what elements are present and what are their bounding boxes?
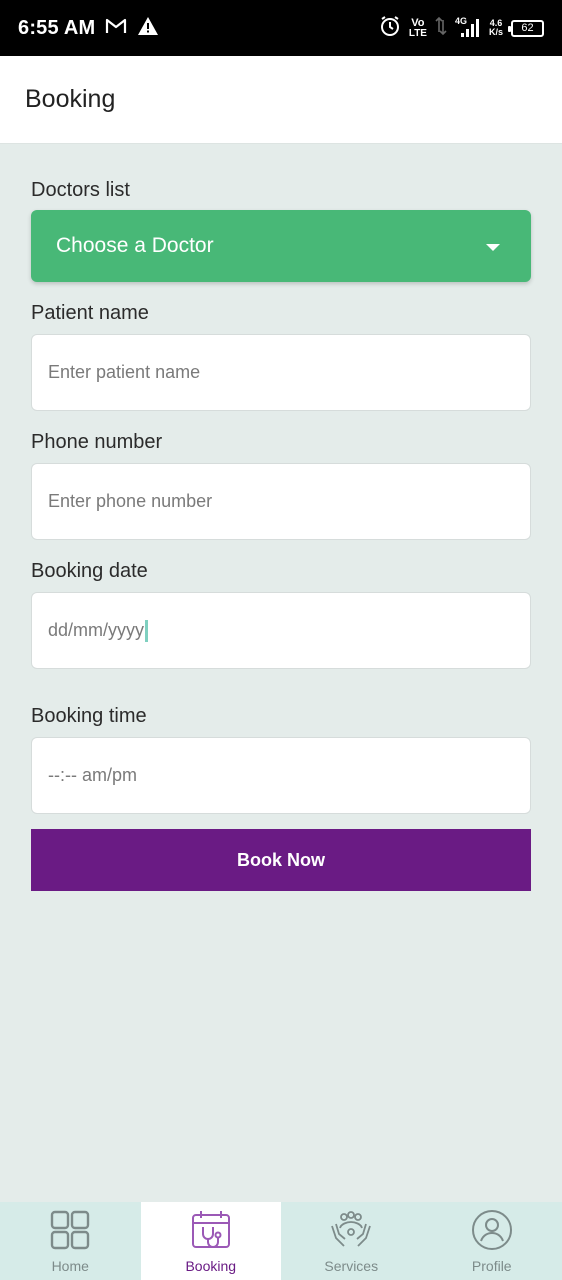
nav-item-profile[interactable]: Profile	[422, 1202, 562, 1280]
nav-item-services[interactable]: Services	[281, 1202, 422, 1280]
calendar-stethoscope-icon	[191, 1211, 230, 1248]
doctor-dropdown[interactable]: Choose a Doctor	[31, 210, 531, 282]
booking-date-label: Booking date	[31, 560, 148, 582]
speed-unit: K/s	[488, 27, 503, 37]
text-cursor	[145, 619, 149, 642]
warning-icon	[137, 16, 159, 41]
booking-date-input[interactable]: dd/mm/yyyy	[31, 592, 531, 669]
booking-time-placeholder: --:-- am/pm	[48, 765, 137, 785]
volte-bottom: LTE	[408, 27, 427, 39]
nav-label-home: Home	[51, 1258, 89, 1274]
nav-label-services: Services	[324, 1258, 379, 1274]
volte-top: Vo	[411, 16, 425, 29]
user-circle-icon	[471, 1210, 512, 1250]
doctors-list-label: Doctors list	[31, 179, 130, 201]
volte-indicator: Vo LTE	[408, 16, 427, 39]
nav-item-booking[interactable]: Booking	[140, 1202, 281, 1280]
network-speed: 4.6 K/s	[489, 19, 503, 37]
status-bar: 6:55 AM Vo LTE 4G 4.6 K/s 62	[0, 0, 562, 56]
grid-icon	[51, 1210, 90, 1250]
data-arrows-icon	[435, 16, 447, 41]
alarm-icon	[379, 15, 401, 42]
status-time: 6:55 AM	[18, 16, 96, 39]
bottom-nav: Home Booking Services Profile	[0, 1202, 562, 1280]
app-bar: Booking	[0, 56, 562, 144]
booking-time-input[interactable]: --:-- am/pm	[31, 737, 531, 814]
battery-level: 62	[521, 22, 534, 34]
nav-label-booking: Booking	[185, 1258, 237, 1274]
caret-down-icon	[486, 244, 500, 251]
booking-date-placeholder: dd/mm/yyyy	[48, 620, 145, 640]
phone-number-input[interactable]: Enter phone number	[31, 463, 531, 540]
phone-number-placeholder: Enter phone number	[48, 491, 213, 511]
doctor-dropdown-value: Choose a Doctor	[56, 234, 214, 257]
nav-item-home[interactable]: Home	[0, 1202, 141, 1280]
signal-icon: 4G	[455, 17, 481, 39]
nav-label-profile: Profile	[471, 1258, 512, 1274]
phone-number-label: Phone number	[31, 431, 163, 453]
book-now-button[interactable]: Book Now	[31, 829, 531, 891]
battery-icon: 62	[508, 19, 544, 37]
page-title: Booking	[25, 85, 116, 113]
hands-people-icon	[331, 1211, 372, 1247]
gmail-icon	[105, 17, 127, 40]
patient-name-placeholder: Enter patient name	[48, 362, 201, 382]
patient-name-input[interactable]: Enter patient name	[31, 334, 531, 411]
patient-name-label: Patient name	[31, 302, 149, 324]
booking-time-label: Booking time	[31, 705, 147, 727]
